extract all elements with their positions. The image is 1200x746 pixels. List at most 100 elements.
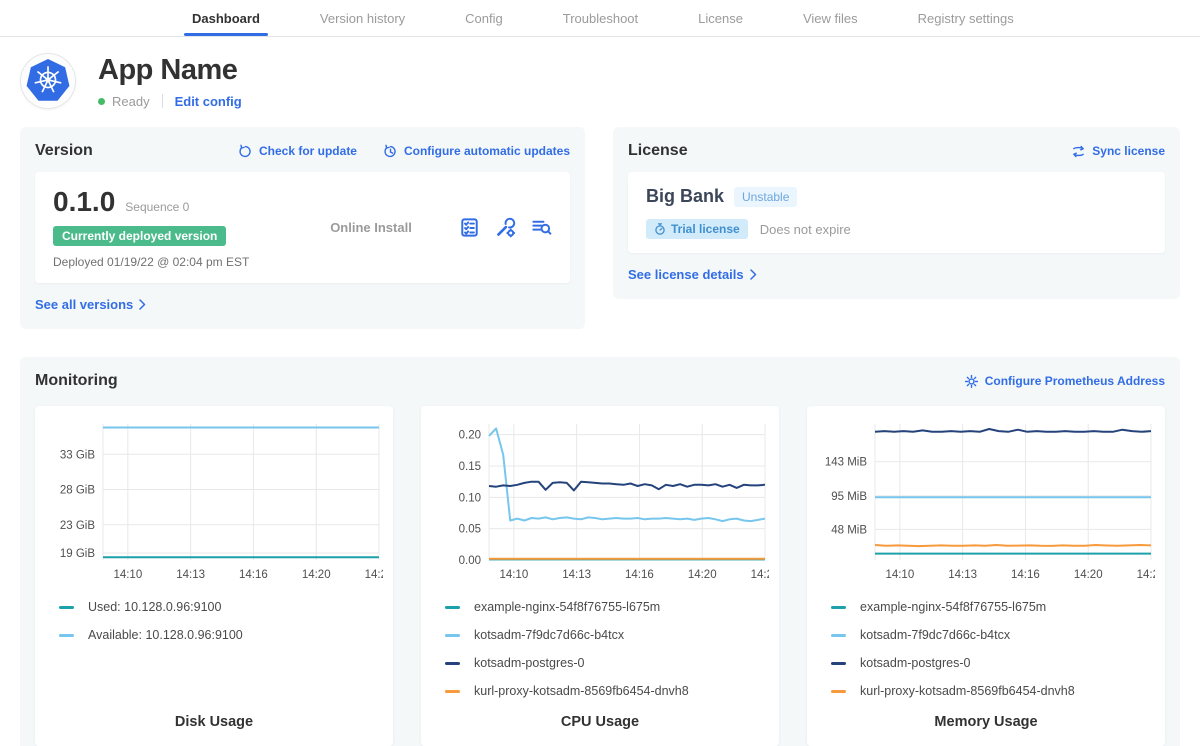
svg-text:33 GiB: 33 GiB xyxy=(60,449,95,461)
sync-arrows-icon xyxy=(1071,144,1086,159)
legend-label: example-nginx-54f8f76755-l675m xyxy=(474,600,660,614)
channel-badge: Unstable xyxy=(734,187,797,207)
legend-item: kotsadm-postgres-0 xyxy=(831,656,1155,670)
legend-item: Used: 10.128.0.96:9100 xyxy=(59,600,383,614)
legend-label: kurl-proxy-kotsadm-8569fb6454-dnvh8 xyxy=(474,684,689,698)
legend-label: kotsadm-7f9dc7d66c-b4tcx xyxy=(474,628,624,642)
legend-dash-icon xyxy=(445,662,460,665)
legend-dash-icon xyxy=(445,634,460,637)
legend-label: Available: 10.128.0.96:9100 xyxy=(88,628,243,642)
legend-item: kurl-proxy-kotsadm-8569fb6454-dnvh8 xyxy=(831,684,1155,698)
wrench-gear-icon xyxy=(495,217,516,238)
app-header: App Name Ready Edit config xyxy=(20,53,1180,109)
customer-name: Big Bank xyxy=(646,186,724,207)
svg-text:14:13: 14:13 xyxy=(562,569,591,581)
configure-automatic-updates-button[interactable]: Configure automatic updates xyxy=(383,144,570,159)
legend-dash-icon xyxy=(831,634,846,637)
chart-title: Memory Usage xyxy=(817,714,1155,732)
see-all-versions-link[interactable]: See all versions xyxy=(35,297,146,312)
svg-text:14:20: 14:20 xyxy=(302,569,331,581)
svg-text:23 GiB: 23 GiB xyxy=(60,520,95,532)
legend-label: kurl-proxy-kotsadm-8569fb6454-dnvh8 xyxy=(860,684,1075,698)
svg-text:14:10: 14:10 xyxy=(885,569,914,581)
kubernetes-icon xyxy=(25,58,71,104)
svg-text:14:23: 14:23 xyxy=(1137,569,1155,581)
svg-text:14:20: 14:20 xyxy=(1074,569,1103,581)
check-for-update-button[interactable]: Check for update xyxy=(238,144,357,159)
svg-text:14:16: 14:16 xyxy=(1011,569,1040,581)
refresh-icon xyxy=(238,144,253,159)
svg-text:48 MiB: 48 MiB xyxy=(831,524,867,536)
legend-item: example-nginx-54f8f76755-l675m xyxy=(445,600,769,614)
edit-config-link[interactable]: Edit config xyxy=(175,94,242,109)
app-status: Ready xyxy=(112,94,150,109)
legend-dash-icon xyxy=(59,634,74,637)
svg-text:14:10: 14:10 xyxy=(499,569,528,581)
svg-text:0.15: 0.15 xyxy=(459,461,481,473)
version-number: 0.1.0 xyxy=(53,186,115,218)
install-type-label: Online Install xyxy=(283,220,459,235)
cpu-usage-chart-card: 14:1014:1314:1614:2014:230.000.050.100.1… xyxy=(421,406,779,746)
legend-label: kotsadm-7f9dc7d66c-b4tcx xyxy=(860,628,1010,642)
license-type-badge: Trial license xyxy=(646,219,748,239)
logs-search-icon xyxy=(531,217,552,238)
svg-text:14:16: 14:16 xyxy=(239,569,268,581)
tab-registry-settings[interactable]: Registry settings xyxy=(916,0,1016,36)
chevron-right-icon xyxy=(750,269,757,280)
page-title: App Name xyxy=(98,54,242,87)
legend-label: kotsadm-postgres-0 xyxy=(860,656,970,670)
svg-text:19 GiB: 19 GiB xyxy=(60,548,95,560)
legend-label: kotsadm-postgres-0 xyxy=(474,656,584,670)
svg-text:0.10: 0.10 xyxy=(459,492,481,504)
memory-usage-legend: example-nginx-54f8f76755-l675m kotsadm-7f… xyxy=(831,600,1155,712)
svg-text:14:20: 14:20 xyxy=(688,569,717,581)
tab-dashboard[interactable]: Dashboard xyxy=(190,0,262,36)
deployed-timestamp: Deployed 01/19/22 @ 02:04 pm EST xyxy=(53,255,283,269)
edit-config-version-button[interactable] xyxy=(495,217,516,238)
svg-text:14:23: 14:23 xyxy=(365,569,383,581)
tab-troubleshoot[interactable]: Troubleshoot xyxy=(561,0,640,36)
clock-refresh-icon xyxy=(383,144,398,159)
tab-view-files[interactable]: View files xyxy=(801,0,860,36)
version-card-title: Version xyxy=(35,142,93,160)
tab-version-history[interactable]: Version history xyxy=(318,0,407,36)
see-license-details-link[interactable]: See license details xyxy=(628,267,757,282)
deployed-badge: Currently deployed version xyxy=(53,226,226,246)
legend-item: Available: 10.128.0.96:9100 xyxy=(59,628,383,642)
stopwatch-icon xyxy=(654,223,666,235)
legend-dash-icon xyxy=(831,606,846,609)
sync-license-button[interactable]: Sync license xyxy=(1071,144,1165,159)
legend-item: example-nginx-54f8f76755-l675m xyxy=(831,600,1155,614)
svg-text:14:16: 14:16 xyxy=(625,569,654,581)
tab-config[interactable]: Config xyxy=(463,0,505,36)
svg-text:143 MiB: 143 MiB xyxy=(825,457,868,469)
chart-title: Disk Usage xyxy=(45,714,383,732)
tab-license[interactable]: License xyxy=(696,0,745,36)
divider xyxy=(162,94,163,108)
svg-text:0.20: 0.20 xyxy=(459,430,481,442)
license-expiry: Does not expire xyxy=(760,222,851,237)
disk-usage-chart-card: 14:1014:1314:1614:2014:2319 GiB23 GiB28 … xyxy=(35,406,393,746)
disk-usage-chart[interactable]: 14:1014:1314:1614:2014:2319 GiB23 GiB28 … xyxy=(45,416,383,586)
svg-text:14:10: 14:10 xyxy=(113,569,142,581)
cpu-usage-chart[interactable]: 14:1014:1314:1614:2014:230.000.050.100.1… xyxy=(431,416,769,586)
current-version-box: 0.1.0 Sequence 0 Currently deployed vers… xyxy=(35,172,570,283)
monitoring-card: Monitoring Configure Prometheus Address … xyxy=(20,357,1180,746)
legend-dash-icon xyxy=(831,662,846,665)
svg-text:14:23: 14:23 xyxy=(751,569,769,581)
svg-text:14:13: 14:13 xyxy=(948,569,977,581)
svg-text:0.05: 0.05 xyxy=(459,524,481,536)
legend-dash-icon xyxy=(445,606,460,609)
preflight-checklist-button[interactable] xyxy=(459,217,480,238)
legend-item: kotsadm-postgres-0 xyxy=(445,656,769,670)
license-box: Big Bank Unstable Trial license Does not… xyxy=(628,172,1165,253)
legend-label: Used: 10.128.0.96:9100 xyxy=(88,600,221,614)
legend-dash-icon xyxy=(831,690,846,693)
configure-prometheus-button[interactable]: Configure Prometheus Address xyxy=(964,374,1165,389)
gear-icon xyxy=(964,374,979,389)
svg-text:95 MiB: 95 MiB xyxy=(831,491,867,503)
legend-item: kotsadm-7f9dc7d66c-b4tcx xyxy=(445,628,769,642)
view-logs-button[interactable] xyxy=(531,217,552,238)
memory-usage-chart[interactable]: 14:10 14:13 14:16 14:20 14:23 48 MiB 95 MiB 143… xyxy=(817,416,1155,586)
top-nav: Dashboard Version history Config Troublesho… xyxy=(0,0,1200,37)
